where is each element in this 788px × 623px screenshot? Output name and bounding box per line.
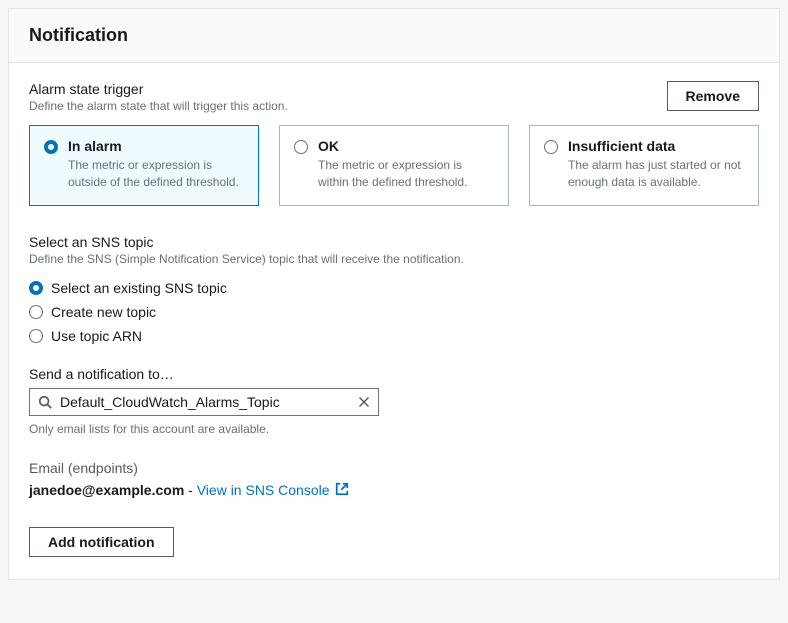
email-section: Email (endpoints) janedoe@example.com - … (29, 460, 759, 500)
sns-radio-list: Select an existing SNS topic Create new … (29, 276, 759, 348)
radio-icon (29, 329, 43, 343)
trigger-heading: Alarm state trigger (29, 81, 288, 97)
radio-icon (44, 140, 58, 154)
external-link-icon (332, 483, 350, 499)
search-icon (38, 395, 52, 409)
tile-ok[interactable]: OK The metric or expression is within th… (279, 125, 509, 206)
sns-option-create[interactable]: Create new topic (29, 300, 759, 324)
radio-icon (29, 305, 43, 319)
tile-in-alarm[interactable]: In alarm The metric or expression is out… (29, 125, 259, 206)
radio-label: Create new topic (51, 304, 156, 320)
radio-icon (544, 140, 558, 154)
remove-button[interactable]: Remove (667, 81, 759, 111)
add-notification-wrap: Add notification (29, 527, 759, 557)
tile-text: In alarm The metric or expression is out… (68, 138, 244, 191)
panel-header: Notification (9, 9, 779, 63)
sns-heading: Select an SNS topic (29, 234, 759, 250)
trigger-heading-block: Alarm state trigger Define the alarm sta… (29, 81, 288, 113)
radio-icon (29, 281, 43, 295)
tile-insufficient-data[interactable]: Insufficient data The alarm has just sta… (529, 125, 759, 206)
tile-title: In alarm (68, 138, 244, 154)
trigger-tile-row: In alarm The metric or expression is out… (29, 125, 759, 206)
tile-desc: The metric or expression is outside of t… (68, 157, 244, 191)
tile-title: OK (318, 138, 494, 154)
send-section: Send a notification to… Only email list (29, 366, 759, 436)
tile-text: OK The metric or expression is within th… (318, 138, 494, 191)
radio-icon (294, 140, 308, 154)
add-notification-button[interactable]: Add notification (29, 527, 174, 557)
trigger-subtext: Define the alarm state that will trigger… (29, 99, 288, 113)
radio-label: Select an existing SNS topic (51, 280, 227, 296)
email-value: janedoe@example.com (29, 482, 184, 498)
sns-section: Select an SNS topic Define the SNS (Simp… (29, 234, 759, 348)
topic-input-wrap[interactable] (29, 388, 379, 416)
panel-title: Notification (29, 25, 759, 46)
sns-subtext: Define the SNS (Simple Notification Serv… (29, 252, 759, 266)
view-sns-console-link[interactable]: View in SNS Console (197, 482, 350, 498)
clear-icon[interactable] (358, 396, 370, 408)
tile-desc: The alarm has just started or not enough… (568, 157, 744, 191)
radio-label: Use topic ARN (51, 328, 142, 344)
send-helper: Only email lists for this account are av… (29, 422, 759, 436)
topic-input[interactable] (60, 394, 350, 410)
sns-option-existing[interactable]: Select an existing SNS topic (29, 276, 759, 300)
tile-desc: The metric or expression is within the d… (318, 157, 494, 191)
email-dash: - (184, 482, 196, 498)
tile-title: Insufficient data (568, 138, 744, 154)
sns-option-arn[interactable]: Use topic ARN (29, 324, 759, 348)
tile-text: Insufficient data The alarm has just sta… (568, 138, 744, 191)
email-link-label: View in SNS Console (197, 482, 330, 498)
email-heading: Email (endpoints) (29, 460, 759, 476)
panel-body: Alarm state trigger Define the alarm sta… (9, 63, 779, 579)
email-row: janedoe@example.com - View in SNS Consol… (29, 482, 759, 500)
trigger-header-row: Alarm state trigger Define the alarm sta… (29, 81, 759, 113)
send-heading: Send a notification to… (29, 366, 759, 382)
notification-panel: Notification Alarm state trigger Define … (8, 8, 780, 580)
